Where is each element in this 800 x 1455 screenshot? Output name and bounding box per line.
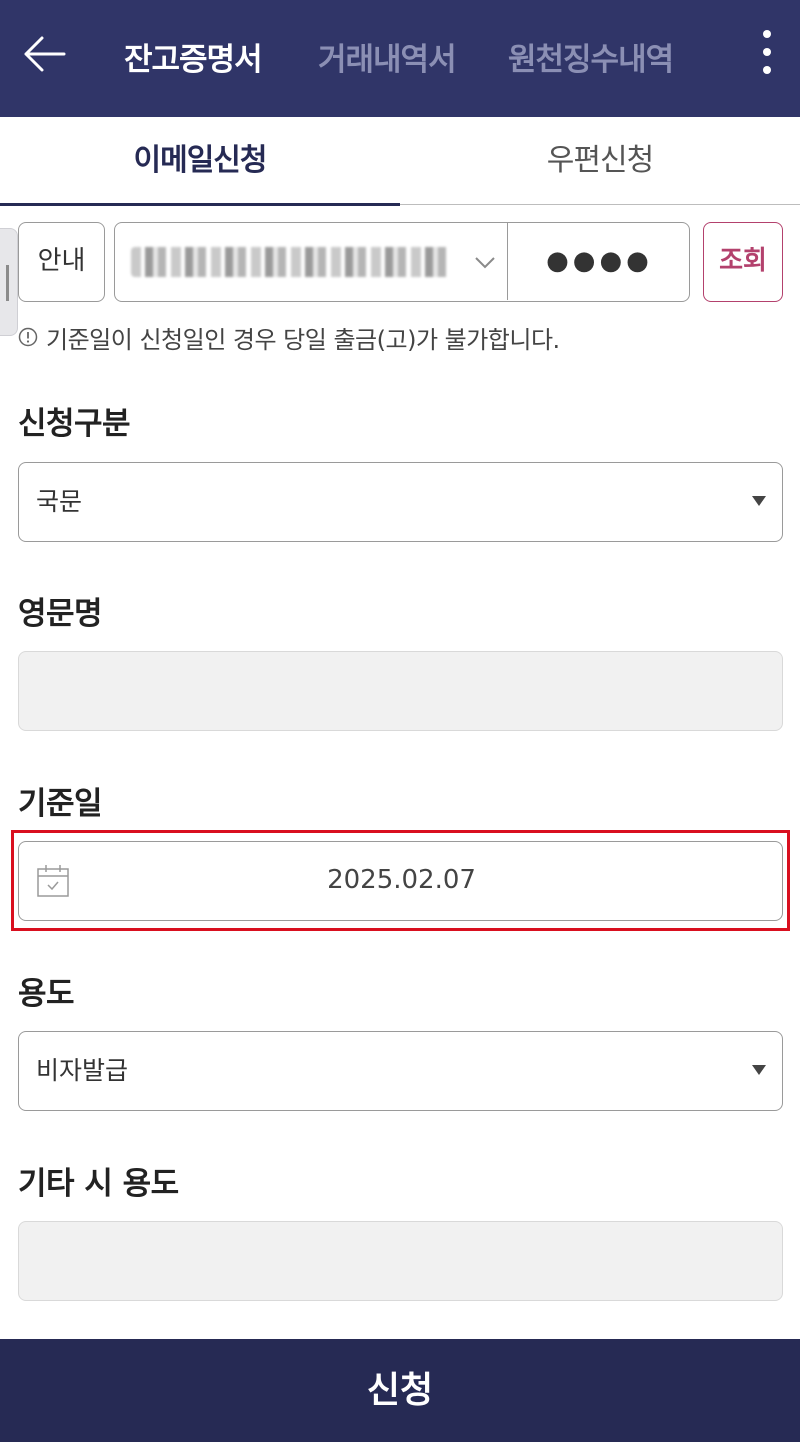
base-date-value: 2025.02.07 <box>327 865 476 895</box>
side-drawer-handle[interactable] <box>0 228 18 336</box>
tab-email-request[interactable]: 이메일신청 <box>0 117 400 206</box>
english-name-label: 영문명 <box>18 596 103 632</box>
submit-button[interactable]: 신청 <box>0 1339 800 1442</box>
password-field[interactable]: ●●●● <box>508 223 691 300</box>
info-button[interactable]: 안내 <box>18 222 105 302</box>
request-type-value: 국문 <box>36 487 83 516</box>
purpose-label: 용도 <box>18 976 75 1012</box>
request-method-tabs: 이메일신청 우편신청 <box>0 117 800 206</box>
inquiry-button[interactable]: 조회 <box>703 222 783 302</box>
more-vertical-icon[interactable] <box>752 30 782 80</box>
tab-balance-certificate[interactable]: 잔고증명서 <box>124 34 263 79</box>
app-header: 잔고증명서 거래내역서 원천징수내역 <box>0 0 800 117</box>
account-selector-group: ●●●● <box>114 222 690 302</box>
tab-withholding-history[interactable]: 원천징수내역 <box>508 34 674 79</box>
base-date-label: 기준일 <box>18 786 103 822</box>
notice: 기준일이 신청일인 경우 당일 출금(고)가 불가합니다. <box>18 320 560 354</box>
tab-transaction-history[interactable]: 거래내역서 <box>318 34 457 79</box>
chevron-down-icon <box>475 257 495 269</box>
request-type-select[interactable]: 국문 <box>18 462 783 542</box>
english-name-input[interactable] <box>18 651 783 731</box>
info-circle-icon <box>18 327 38 347</box>
caret-down-icon <box>752 1065 766 1075</box>
notice-text: 기준일이 신청일인 경우 당일 출금(고)가 불가합니다. <box>46 325 560 354</box>
arrow-left-icon[interactable] <box>20 30 68 78</box>
purpose-value: 비자발급 <box>36 1056 129 1085</box>
tab-mail-request[interactable]: 우편신청 <box>400 117 800 205</box>
other-purpose-label: 기타 시 용도 <box>18 1166 179 1202</box>
other-purpose-input[interactable] <box>18 1221 783 1301</box>
purpose-select[interactable]: 비자발급 <box>18 1031 783 1111</box>
account-select[interactable] <box>115 223 508 300</box>
request-type-label: 신청구분 <box>18 406 131 442</box>
caret-down-icon <box>752 496 766 506</box>
masked-account-number <box>131 247 451 277</box>
bottom-spacer <box>0 1442 800 1455</box>
base-date-picker[interactable]: 2025.02.07 <box>18 841 783 921</box>
